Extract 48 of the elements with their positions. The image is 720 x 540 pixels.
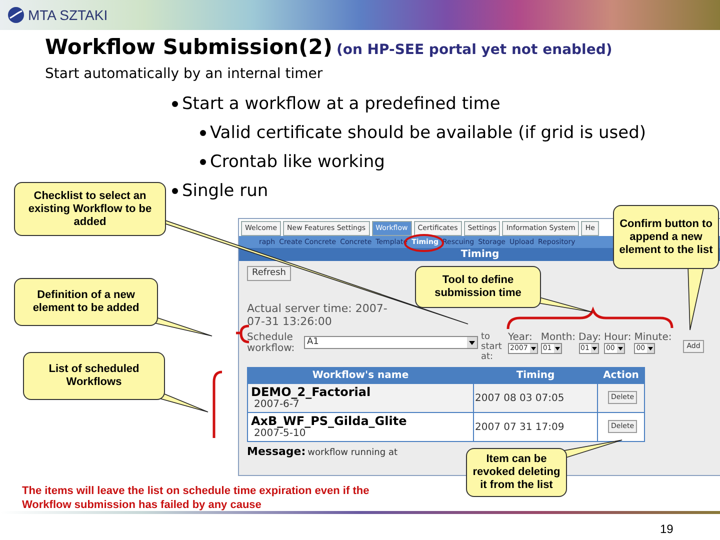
footnote: The items will leave the list on schedule time expiration even if the Workflow submission has failed by any cause <box>22 484 370 512</box>
schedule-label: Schedule workflow: <box>247 332 296 354</box>
workflow-date: 2007-6-7 <box>253 399 300 411</box>
bullet-icon <box>172 101 178 107</box>
bullet-icon <box>200 159 206 165</box>
page-number: 19 <box>660 521 674 538</box>
start-label: to start at: <box>481 332 503 362</box>
dropdown-icon <box>467 337 477 348</box>
dropdown-icon <box>530 344 537 353</box>
sub-bullet-text: Valid certificate should be available (if grid is used) <box>210 122 646 144</box>
timing-cell: 2007 07 31 17:09 <box>474 412 598 442</box>
dropdown-icon <box>616 344 624 353</box>
bullet-icon <box>200 130 206 136</box>
dropdown-icon <box>554 344 561 353</box>
column-header: Action <box>598 368 644 384</box>
title-note: (on HP-SEE portal yet not enabled) <box>336 41 612 60</box>
dropdown-icon <box>591 344 598 353</box>
brace-mark <box>212 370 222 438</box>
column-header: Workflow's name <box>248 368 474 384</box>
sub-bullet-text: Crontab like working <box>210 150 385 174</box>
bullet-icon <box>172 188 178 194</box>
callout-bubble: Definition of a new element to be added <box>14 278 158 326</box>
slide-title: Workflow Submission(2) <box>45 34 332 61</box>
date-field-label: Day: <box>578 332 601 343</box>
column-header: Timing <box>474 368 598 384</box>
workflow-name: DEMO_2_Factorial <box>251 385 372 399</box>
slide-subtitle: Start automatically by an internal timer <box>44 64 324 84</box>
bullet-text: Single run <box>182 180 268 202</box>
workflow-date: 2007-5-10 <box>253 428 307 440</box>
select-value: A1 <box>307 336 319 349</box>
dropdown-icon <box>647 344 654 353</box>
callout-bubble: Confirm button to append a new element to the list <box>613 205 719 269</box>
date-field-label: Hour: <box>604 332 632 343</box>
callout-bubble: List of scheduled Workflows <box>23 352 165 400</box>
refresh-button[interactable]: Refresh <box>247 266 291 281</box>
message-text: workflow running at <box>308 447 398 460</box>
workflow-name: AxB_WF_PS_Gilda_Glite <box>251 414 408 428</box>
message-label: Message: <box>247 444 306 460</box>
logo-icon <box>8 7 24 23</box>
bullet-text: Start a workflow at a predefined time <box>182 92 500 116</box>
date-field-label: Minute: <box>634 332 672 343</box>
server-time-text: Actual server time: 2007- 07-31 13:26:00 <box>247 302 388 328</box>
date-field-label: Month: <box>540 332 576 343</box>
callout-bubble: Checklist to select an existing Workflow to be added <box>14 182 166 236</box>
logo-text: MTA SZTAKI <box>28 6 108 24</box>
brace-mark <box>234 324 250 344</box>
date-field-label: Year: <box>508 332 532 343</box>
workflow-select[interactable]: A1 <box>304 336 478 349</box>
